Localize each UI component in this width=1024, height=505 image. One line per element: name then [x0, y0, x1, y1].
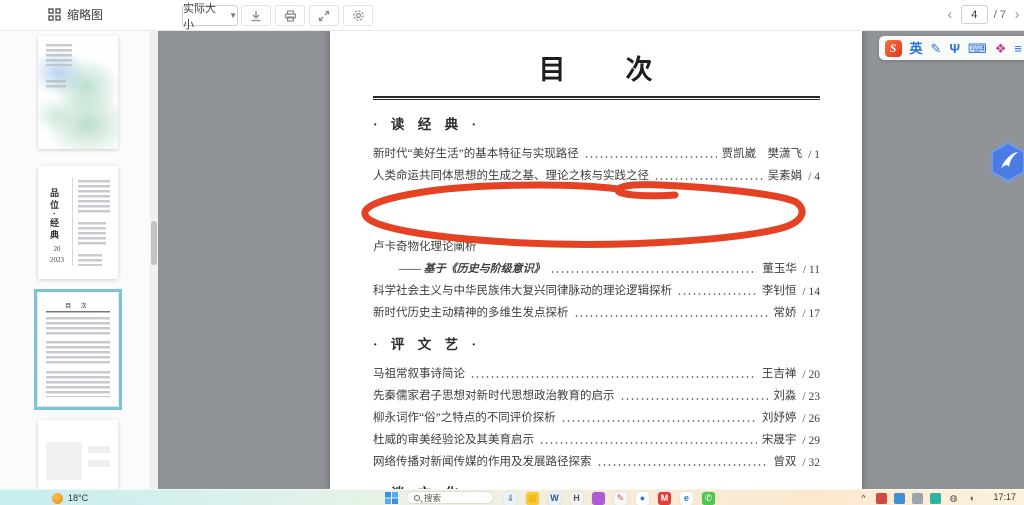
volume-icon[interactable]: ◖ [966, 493, 977, 504]
microphone-icon[interactable]: Ψ [949, 42, 960, 55]
taskbar-search-box[interactable]: 搜索 [406, 491, 494, 504]
weather-widget[interactable]: 18°C [52, 491, 88, 505]
tray-blue-app-icon[interactable] [894, 493, 905, 504]
current-page-input[interactable]: 4 [961, 5, 988, 24]
app-window: 缩略图 实际大小 ▼ ‹ 4 / 7 › [0, 0, 1024, 505]
thumbnail-panel: 品位·经典 202023 目 次 [0, 31, 150, 490]
notes-app-icon[interactable]: H [570, 492, 583, 505]
zoom-level-value: 实际大小 [183, 0, 226, 32]
toc-sections: · 读 经 典 · 新时代“美好生活”的基本特征与实现路径贾凯崴 樊潇飞/ 1人类… [373, 113, 820, 490]
next-page-button[interactable]: › [1012, 6, 1022, 23]
section-header: · 读 经 典 · [373, 113, 820, 133]
search-icon [414, 495, 420, 501]
toc-entry: 卢卡奇物化理论阐析 [373, 233, 820, 254]
pdf-page: 目 次 · 读 经 典 · 新时代“美好生活”的基本特征与实现路径贾凯崴 樊潇飞/… [330, 31, 862, 490]
tray-teal-app-icon[interactable] [930, 493, 941, 504]
grid-icon [48, 8, 61, 21]
toc-entry: 人类命运共同体思想的生成之基、理论之核与实践之径吴素娟/ 4 [373, 161, 820, 183]
mail-app-icon[interactable]: M [658, 492, 671, 505]
edge-app-icon[interactable]: e [680, 492, 693, 505]
thumbnail-toggle-label: 缩略图 [67, 6, 103, 23]
lang-english-indicator[interactable]: 英 [910, 42, 923, 55]
section-header: · 评 文 艺 · [373, 333, 820, 353]
thumbnail-panel-toggle[interactable]: 缩略图 [48, 6, 103, 23]
page-thumbnail-4[interactable] [38, 420, 118, 490]
print-button[interactable] [275, 5, 305, 26]
skin-toolbox-icon[interactable]: ❖ [995, 42, 1007, 55]
download-icon [250, 10, 262, 22]
settings-button[interactable] [343, 5, 373, 26]
fullscreen-button[interactable] [309, 5, 339, 26]
input-method-bar: S英 ✎ Ψ ⌨ ❖ ≡ [879, 36, 1024, 60]
download-button[interactable] [241, 5, 271, 26]
windows-logo-icon [385, 492, 398, 504]
toc-entry: 杜威的审美经验论及其美育启示宋晟宇/ 29 [373, 425, 820, 447]
temperature-label: 18°C [68, 493, 88, 503]
scrollbar-thumb[interactable] [151, 221, 157, 265]
tray-red-app-icon[interactable] [876, 493, 887, 504]
toc-entry: —— 基于《历史与阶级意识》董玉华/ 11 [373, 254, 820, 276]
search-label: 搜索 [424, 492, 441, 504]
windows-taskbar: 18°C 搜索 ⇓ ▤ WH ✎ ● Me ✆ ^ ◍ ◖ 17:17 [0, 489, 1024, 505]
tray-gray-app-icon[interactable] [912, 493, 923, 504]
zoom-level-select[interactable]: 实际大小 ▼ [182, 5, 238, 26]
keyboard-icon[interactable]: ⌨ [968, 42, 987, 55]
toc-entry: 网络传播对新闻传媒的作用及发展路径探索曾双/ 32 [373, 447, 820, 469]
fullscreen-icon [318, 10, 330, 22]
toc-entry: 新时代“美好生活”的基本特征与实现路径贾凯崴 樊潇飞/ 1 [373, 139, 820, 161]
downloads-app-icon[interactable]: ⇓ [504, 492, 517, 505]
taskbar-clock[interactable]: 17:17 [993, 492, 1016, 502]
pen-app-icon[interactable]: ✎ [614, 492, 627, 505]
taskbar-apps: ⇓ ▤ WH ✎ ● Me ✆ [504, 491, 715, 505]
handwriting-pen-icon[interactable]: ✎ [931, 42, 942, 55]
pdf-toolbar: 缩略图 实际大小 ▼ ‹ 4 / 7 › [0, 0, 1024, 31]
page-navigation: ‹ 4 / 7 › [945, 5, 1022, 24]
toc-page-title: 目 次 [373, 48, 820, 87]
journal-title-vertical: 品位·经典 [48, 188, 61, 242]
toc-entry: 新时代历史主动精神的多维生发点探析常娇/ 17 [373, 298, 820, 320]
page-thumbnail-3-selected[interactable]: 目 次 [38, 293, 118, 406]
thunder-download-widget[interactable] [989, 141, 1024, 183]
chevron-down-icon: ▼ [229, 11, 237, 20]
toc-entry: 柳永词作“俗”之特点的不同评价探析刘妤婷/ 26 [373, 403, 820, 425]
word-app-icon[interactable]: W [548, 492, 561, 505]
title-rule [373, 96, 820, 100]
wechat-app-icon[interactable]: ✆ [702, 492, 715, 505]
purple-app-icon[interactable] [592, 492, 605, 505]
thumb-toc-title: 目 次 [38, 301, 118, 310]
prev-page-button[interactable]: ‹ [945, 6, 955, 23]
network-icon[interactable]: ◍ [948, 493, 959, 504]
toc-entry: 科学社会主义与中华民族伟大复兴同律脉动的理论逻辑探析李钊恒/ 14 [373, 276, 820, 298]
tray-chevron-up-icon[interactable]: ^ [858, 493, 869, 504]
more-tools-icon[interactable]: ≡ [1014, 42, 1022, 55]
weather-sun-icon [52, 493, 63, 504]
page-thumbnail-1[interactable] [38, 36, 118, 149]
printer-icon [284, 10, 297, 22]
sogou-logo-icon[interactable]: S [885, 40, 902, 57]
gear-icon [352, 9, 365, 22]
thunder-bird-icon [989, 141, 1024, 183]
folder-icon[interactable]: ▤ [526, 492, 539, 505]
page-thumbnail-2[interactable]: 品位·经典 202023 [38, 166, 118, 279]
document-canvas: 目 次 · 读 经 典 · 新时代“美好生活”的基本特征与实现路径贾凯崴 樊潇飞/… [158, 31, 1024, 490]
sidebar-scrollbar[interactable] [150, 31, 158, 490]
journal-issue: 202023 [50, 244, 64, 265]
toc-entry: 先秦儒家君子思想对新时代思想政治教育的启示刘淼/ 23 [373, 381, 820, 403]
page-total-label: / 7 [994, 9, 1006, 21]
start-button[interactable] [385, 492, 399, 504]
system-tray: ^ ◍ ◖ [858, 491, 977, 505]
browser-app-icon[interactable]: ● [636, 492, 649, 505]
toc-entry: 马祖常叙事诗简论王吉禅/ 20 [373, 359, 820, 381]
